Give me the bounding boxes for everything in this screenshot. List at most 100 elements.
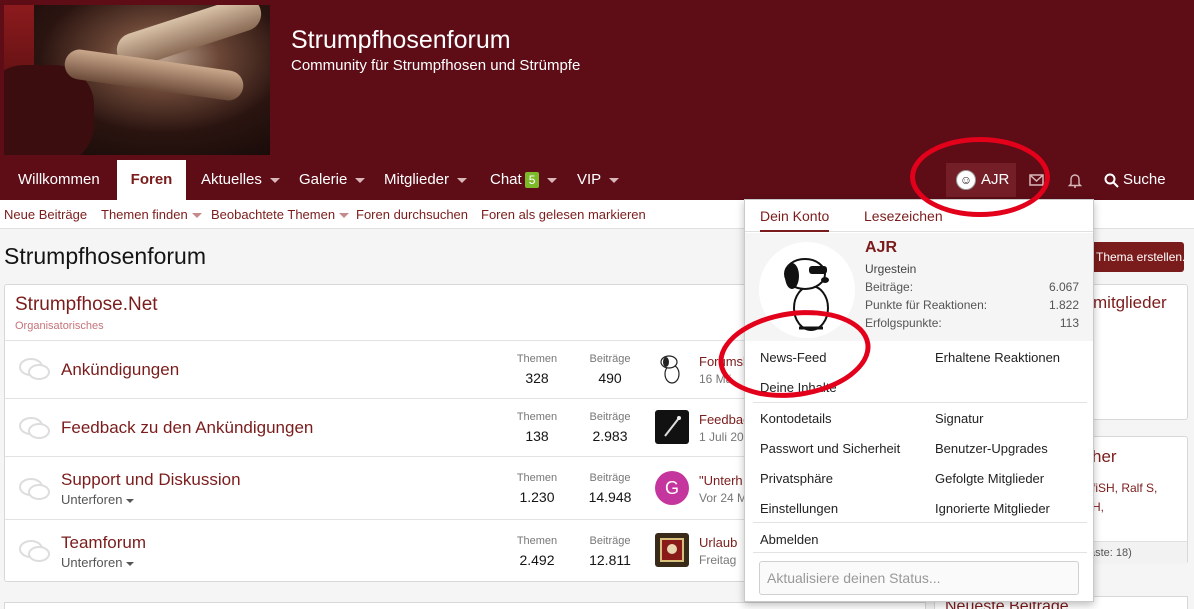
nav-mitglieder-label: Mitglieder [384, 171, 450, 188]
posts-label: Beiträge [589, 535, 631, 547]
nav-mitglieder[interactable]: Mitglieder [384, 160, 468, 200]
chevron-down-icon[interactable] [355, 177, 366, 183]
chevron-down-icon[interactable] [547, 177, 558, 183]
chat-bubbles-icon [19, 417, 50, 439]
subforums-toggle[interactable]: Unterforen [61, 492, 135, 507]
nav-aktuelles[interactable]: Aktuelles [201, 160, 280, 200]
stat-value[interactable]: 6.067 [1049, 280, 1079, 294]
sidebar-box-title[interactable]: mitglieder [1093, 293, 1167, 313]
stat-value[interactable]: 1.822 [1049, 298, 1079, 312]
threads-count: 138 [525, 428, 549, 444]
menu-preferences[interactable]: Einstellungen [760, 501, 838, 516]
menu-password-security[interactable]: Passwort und Sicherheit [760, 441, 900, 456]
chevron-down-icon[interactable] [339, 213, 350, 219]
threads-label: Themen [516, 535, 558, 547]
nav-vip[interactable]: VIP [577, 160, 620, 200]
stat-value[interactable]: 113 [1060, 316, 1079, 330]
site-title[interactable]: Strumpfhosenforum [291, 26, 511, 55]
sidebar-online-stats: her fiSH, Ralf S, H, äste: 18) [1088, 436, 1188, 564]
sidebar-box-title[interactable]: her [1092, 447, 1117, 467]
nav-vip-label: VIP [577, 171, 602, 188]
posts-count: 490 [598, 370, 622, 386]
posts-count: 2.983 [592, 428, 628, 444]
category-description: Organisatorisches [15, 320, 104, 332]
tab-your-account[interactable]: Dein Konto [760, 208, 830, 232]
menu-account-details[interactable]: Kontodetails [760, 411, 832, 426]
threads-label: Themen [516, 353, 558, 365]
bell-icon[interactable] [1056, 163, 1094, 197]
last-post-avatar[interactable] [655, 352, 689, 386]
posts-count: 12.811 [589, 552, 631, 568]
threads-label: Themen [516, 411, 558, 423]
forum-title[interactable]: Teamforum [61, 533, 146, 553]
last-post-date[interactable]: 1 Juli 20 [699, 430, 749, 444]
forum-title[interactable]: Feedback zu den Ankündigungen [61, 418, 313, 438]
posts-label: Beiträge [589, 411, 631, 423]
last-post-avatar[interactable] [655, 533, 689, 567]
last-post-title[interactable]: Feedbac [699, 412, 749, 427]
new-thread-label: Thema erstellen... [1096, 250, 1184, 264]
subforums-toggle[interactable]: Unterforen [61, 555, 135, 570]
threads-count: 2.492 [519, 552, 555, 568]
search-button[interactable]: Suche [1104, 160, 1166, 200]
subnav-search-forums[interactable]: Foren durchsuchen [356, 207, 468, 222]
tab-bookmarks[interactable]: Lesezeichen [864, 208, 943, 224]
chevron-down-icon[interactable] [191, 213, 202, 219]
search-icon [1104, 173, 1119, 188]
category-title[interactable]: Strumpfhose.Net [15, 294, 158, 316]
chevron-down-icon [126, 561, 135, 566]
last-post-title[interactable]: Urlaub [699, 535, 749, 550]
subnav-watched-threads[interactable]: Beobachtete Themen [211, 207, 350, 222]
chat-bubbles-icon [19, 358, 50, 380]
last-post-title[interactable]: "Unterh [699, 473, 749, 488]
last-post-date[interactable]: Vor 24 M [699, 491, 749, 505]
chevron-down-icon [126, 498, 135, 503]
menu-divider [753, 402, 1087, 403]
menu-divider [753, 522, 1087, 523]
menu-divider [753, 552, 1087, 553]
nav-foren[interactable]: Foren [117, 160, 186, 200]
status-update-input[interactable] [759, 561, 1079, 595]
header-banner-image[interactable] [4, 5, 270, 155]
subnav-watched-threads-label: Beobachtete Themen [211, 207, 336, 222]
nav-chat[interactable]: Chat 5 [490, 160, 558, 200]
nav-chat-label: Chat [490, 171, 522, 188]
nav-willkommen[interactable]: Willkommen [18, 160, 100, 200]
last-post-avatar[interactable]: G [655, 471, 689, 505]
account-menu: Dein Konto Lesezeichen AJR Urgestein Bei… [744, 199, 1094, 602]
menu-ignoring[interactable]: Ignorierte Mitglieder [935, 501, 1050, 516]
site-subtitle: Community für Strumpfhosen und Strümpfe [291, 57, 581, 74]
subforums-label: Unterforen [61, 555, 123, 570]
menu-privacy[interactable]: Privatsphäre [760, 471, 833, 486]
posts-label: Beiträge [589, 472, 631, 484]
chevron-down-icon[interactable] [457, 177, 468, 183]
second-category-block [4, 602, 926, 609]
menu-received-reactions[interactable]: Erhaltene Reaktionen [935, 350, 1060, 365]
chat-badge: 5 [524, 172, 540, 189]
last-post-date[interactable]: Freitag [699, 553, 749, 567]
online-member-list[interactable]: fiSH, Ralf S, [1092, 481, 1157, 495]
nav-galerie[interactable]: Galerie [299, 160, 366, 200]
subnav-mark-read[interactable]: Foren als gelesen markieren [481, 207, 646, 222]
threads-count: 1.230 [519, 489, 555, 505]
chat-bubbles-icon [19, 540, 50, 562]
annotation-circle-user [910, 137, 1050, 217]
nav-galerie-label: Galerie [299, 171, 348, 188]
menu-account-upgrades[interactable]: Benutzer-Upgrades [935, 441, 1048, 456]
chevron-down-icon[interactable] [609, 177, 620, 183]
subforums-label: Unterforen [61, 492, 123, 507]
subnav-find-threads[interactable]: Themen finden [101, 207, 202, 222]
menu-logout[interactable]: Abmelden [760, 532, 819, 547]
menu-signature[interactable]: Signatur [935, 411, 983, 426]
new-thread-button[interactable]: Thema erstellen... [1086, 242, 1184, 272]
sidebar-online-members: mitglieder [1088, 284, 1188, 420]
last-post-avatar[interactable] [655, 410, 689, 444]
menu-following[interactable]: Gefolgte Mitglieder [935, 471, 1044, 486]
chevron-down-icon[interactable] [269, 177, 280, 183]
user-rank: Urgestein [865, 262, 917, 276]
forum-title[interactable]: Support und Diskussion [61, 470, 241, 490]
menu-username[interactable]: AJR [865, 239, 897, 257]
threads-count: 328 [525, 370, 549, 386]
forum-title[interactable]: Ankündigungen [61, 360, 179, 380]
subnav-new-posts[interactable]: Neue Beiträge [4, 207, 87, 222]
